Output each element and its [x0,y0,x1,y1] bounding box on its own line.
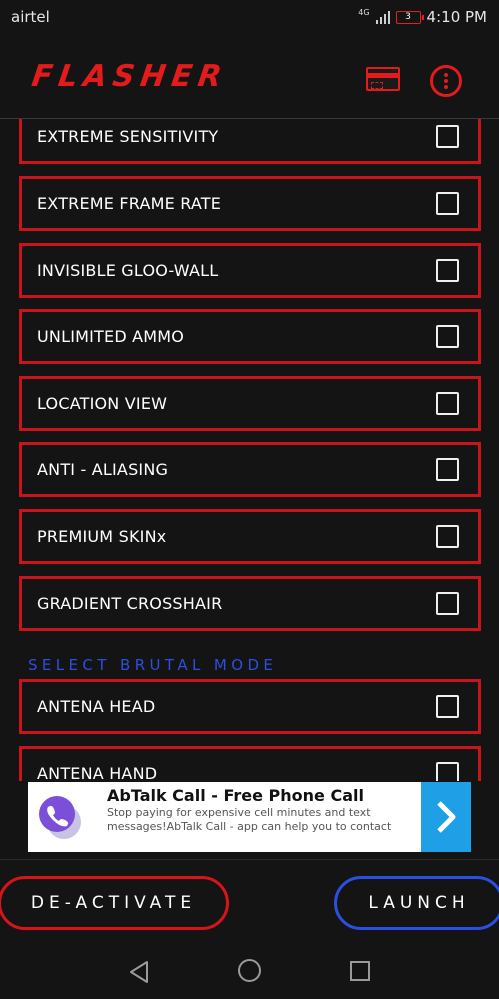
recents-icon[interactable] [350,961,370,981]
card-icon[interactable] [366,67,400,91]
option-label: ANTENA HEAD [37,697,156,716]
home-icon[interactable] [238,959,261,982]
clock: 4:10 PM [426,8,487,26]
section-title-brutal-mode: SELECT BRUTAL MODE [28,656,278,674]
option-label: ANTENA HAND [37,764,158,781]
option-extreme-sensitivity[interactable]: EXTREME SENSITIVITY [19,119,481,164]
checkbox[interactable] [436,125,459,148]
option-label: PREMIUM SKINx [37,527,167,546]
checkbox[interactable] [436,525,459,548]
option-label: ANTI - ALIASING [37,460,169,479]
option-label: LOCATION VIEW [37,394,168,413]
back-icon[interactable] [128,960,150,984]
more-vert-icon[interactable] [430,65,462,97]
option-label: EXTREME FRAME RATE [37,194,222,213]
option-label: GRADIENT CROSSHAIR [37,594,223,613]
option-gradient-crosshair[interactable]: GRADIENT CROSSHAIR [19,576,481,631]
status-bar: airtel 4G 3 4:10 PM [0,0,499,34]
ad-banner[interactable]: AbTalk Call - Free Phone Call Stop payin… [28,782,471,852]
abtalk-logo-icon [39,796,81,839]
battery-level: 3 [405,11,411,22]
signal-icon [375,10,390,24]
app-logo: FLASHER [29,59,230,94]
checkbox[interactable] [436,458,459,481]
option-antena-head[interactable]: ANTENA HEAD [19,679,481,734]
ad-open-button[interactable] [421,782,471,852]
option-unlimited-ammo[interactable]: UNLIMITED AMMO [19,309,481,364]
checkbox[interactable] [436,325,459,348]
checkbox[interactable] [436,695,459,718]
option-label: EXTREME SENSITIVITY [37,127,219,146]
action-bar: DE-ACTIVATE LAUNCH [0,859,499,941]
option-label: INVISIBLE GLOO-WALL [37,261,219,280]
deactivate-button[interactable]: DE-ACTIVATE [0,876,229,930]
status-icons: 4G 3 4:10 PM [358,6,487,28]
checkbox[interactable] [436,592,459,615]
checkbox[interactable] [436,762,459,781]
option-antena-hand[interactable]: ANTENA HAND [19,746,481,781]
checkbox[interactable] [436,259,459,282]
carrier-name: airtel [11,8,50,26]
network-type: 4G [358,7,370,17]
option-location-view[interactable]: LOCATION VIEW [19,376,481,431]
checkbox[interactable] [436,392,459,415]
options-list[interactable]: EXTREME SENSITIVITY EXTREME FRAME RATE I… [0,119,499,781]
app-header: FLASHER [0,34,499,119]
ad-description: Stop paying for expensive cell minutes a… [107,806,392,833]
option-extreme-frame-rate[interactable]: EXTREME FRAME RATE [19,176,481,231]
option-anti-aliasing[interactable]: ANTI - ALIASING [19,442,481,497]
option-invisible-gloo-wall[interactable]: INVISIBLE GLOO-WALL [19,243,481,298]
chevron-right-icon [437,801,456,833]
system-nav-bar [0,941,499,999]
ad-title[interactable]: AbTalk Call - Free Phone Call [107,786,364,805]
option-premium-skins[interactable]: PREMIUM SKINx [19,509,481,564]
checkbox[interactable] [436,192,459,215]
option-label: UNLIMITED AMMO [37,327,185,346]
launch-button[interactable]: LAUNCH [334,876,499,930]
battery-icon: 3 [395,10,424,24]
